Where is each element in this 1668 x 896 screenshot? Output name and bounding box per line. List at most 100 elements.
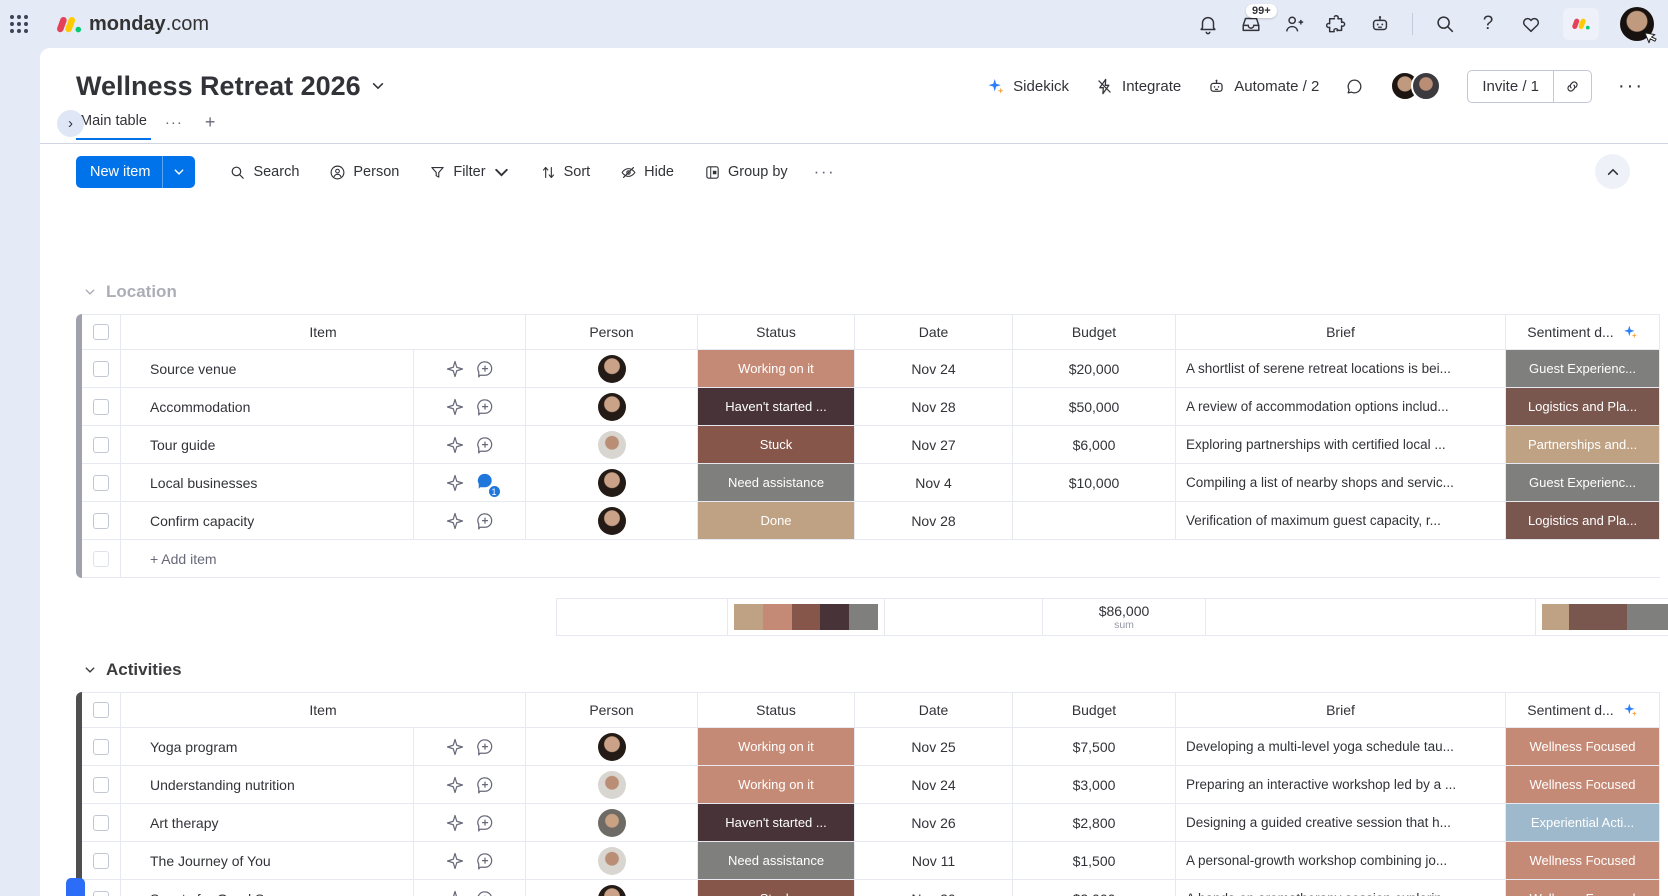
person-cell[interactable]	[526, 502, 698, 540]
row-checkbox[interactable]	[82, 350, 121, 388]
budget-cell[interactable]	[1013, 502, 1176, 540]
date-cell[interactable]: Nov 28	[855, 388, 1013, 426]
date-cell[interactable]: Nov 25	[855, 728, 1013, 766]
date-cell[interactable]: Nov 24	[855, 766, 1013, 804]
new-item-dropdown[interactable]	[162, 156, 195, 188]
ai-improve-icon[interactable]	[445, 473, 465, 493]
item-name[interactable]: Local businesses	[121, 464, 414, 502]
column-date[interactable]: Date	[855, 693, 1013, 728]
ai-improve-icon[interactable]	[445, 737, 465, 757]
user-avatar[interactable]	[1620, 7, 1654, 41]
column-sentiment[interactable]: Sentiment d...	[1506, 315, 1660, 350]
ai-improve-icon[interactable]	[445, 397, 465, 417]
ai-assistant-icon[interactable]	[1369, 13, 1391, 35]
status-cell[interactable]: Need assistance	[698, 842, 855, 880]
row-checkbox[interactable]	[82, 804, 121, 842]
budget-cell[interactable]: $1,500	[1013, 842, 1176, 880]
search-button[interactable]: Search	[219, 157, 309, 188]
brief-cell[interactable]: A review of accommodation options includ…	[1176, 388, 1506, 426]
select-all-checkbox[interactable]	[82, 315, 121, 350]
brief-cell[interactable]: A shortlist of serene retreat locations …	[1176, 350, 1506, 388]
sentiment-cell[interactable]: Wellness Focused	[1506, 728, 1660, 766]
date-cell[interactable]: Nov 28	[855, 502, 1013, 540]
person-cell[interactable]	[526, 426, 698, 464]
add-update-icon[interactable]	[475, 511, 495, 531]
brief-cell[interactable]: Developing a multi-level yoga schedule t…	[1176, 728, 1506, 766]
sort-button[interactable]: Sort	[530, 157, 601, 188]
board-options-menu[interactable]: ···	[1618, 75, 1644, 98]
column-brief[interactable]: Brief	[1176, 693, 1506, 728]
person-cell[interactable]	[526, 350, 698, 388]
budget-cell[interactable]: $3,000	[1013, 766, 1176, 804]
add-update-icon[interactable]	[475, 775, 495, 795]
copy-board-link-button[interactable]	[1553, 71, 1591, 102]
item-name[interactable]: Tour guide	[121, 426, 414, 464]
work-management-product-icon[interactable]	[1563, 8, 1599, 40]
invite-button[interactable]: Invite / 1	[1468, 71, 1553, 102]
brief-cell[interactable]: Exploring partnerships with certified lo…	[1176, 426, 1506, 464]
status-distribution-bar[interactable]	[734, 604, 878, 630]
search-icon[interactable]	[1434, 13, 1456, 35]
status-cell[interactable]: Done	[698, 502, 855, 540]
tab-options-icon[interactable]: ···	[165, 114, 183, 139]
select-all-checkbox[interactable]	[82, 693, 121, 728]
person-cell[interactable]	[526, 766, 698, 804]
ai-improve-icon[interactable]	[445, 813, 465, 833]
item-name[interactable]: Confirm capacity	[121, 502, 414, 540]
status-cell[interactable]: Haven't started ...	[698, 804, 855, 842]
item-name[interactable]: Scents for Good Sense	[121, 880, 414, 896]
brief-cell[interactable]: Preparing an interactive workshop led by…	[1176, 766, 1506, 804]
row-checkbox[interactable]	[82, 766, 121, 804]
date-cell[interactable]: Nov 4	[855, 464, 1013, 502]
person-cell[interactable]	[526, 464, 698, 502]
board-chat-button[interactable]	[1345, 77, 1364, 96]
date-cell[interactable]: Nov 20	[855, 880, 1013, 896]
row-checkbox[interactable]	[82, 728, 121, 766]
filter-button[interactable]: Filter	[419, 157, 519, 188]
board-title[interactable]: Wellness Retreat 2026	[76, 71, 385, 102]
row-checkbox[interactable]	[82, 502, 121, 540]
automate-button[interactable]: Automate / 2	[1207, 77, 1319, 96]
group-name[interactable]: Location	[106, 282, 177, 302]
sentiment-cell[interactable]: Logistics and Pla...	[1506, 388, 1660, 426]
hide-button[interactable]: Hide	[610, 157, 684, 188]
sentiment-cell[interactable]: Guest Experienc...	[1506, 464, 1660, 502]
item-name[interactable]: Accommodation	[121, 388, 414, 426]
column-date[interactable]: Date	[855, 315, 1013, 350]
brief-cell[interactable]: Verification of maximum guest capacity, …	[1176, 502, 1506, 540]
budget-cell[interactable]: $10,000	[1013, 464, 1176, 502]
person-cell[interactable]	[526, 388, 698, 426]
group-collapse-icon[interactable]	[84, 286, 96, 298]
person-cell[interactable]	[526, 804, 698, 842]
monday-logo[interactable]: monday.com	[56, 13, 209, 36]
sentiment-distribution-cell[interactable]	[1536, 598, 1668, 636]
column-item[interactable]: Item	[121, 315, 526, 350]
toolbar-more-menu[interactable]: ···	[808, 162, 841, 182]
item-name[interactable]: Understanding nutrition	[121, 766, 414, 804]
row-checkbox[interactable]	[82, 464, 121, 502]
sidekick-button[interactable]: Sidekick	[986, 77, 1069, 96]
budget-cell[interactable]: $2,000	[1013, 880, 1176, 896]
help-icon[interactable]: ?	[1477, 13, 1499, 35]
sentiment-cell[interactable]: Partnerships and...	[1506, 426, 1660, 464]
item-name[interactable]: Art therapy	[121, 804, 414, 842]
column-budget[interactable]: Budget	[1013, 315, 1176, 350]
row-checkbox[interactable]	[82, 842, 121, 880]
add-update-icon[interactable]	[475, 737, 495, 757]
status-cell[interactable]: Working on it	[698, 350, 855, 388]
item-name[interactable]: The Journey of You	[121, 842, 414, 880]
status-cell[interactable]: Haven't started ...	[698, 388, 855, 426]
column-budget[interactable]: Budget	[1013, 693, 1176, 728]
board-scroll-area[interactable]: Location Item Person Status Date Budget …	[40, 258, 1668, 896]
add-update-icon[interactable]	[475, 813, 495, 833]
status-cell[interactable]: Need assistance	[698, 464, 855, 502]
status-cell[interactable]: Working on it	[698, 728, 855, 766]
sentiment-distribution-bar[interactable]	[1542, 604, 1668, 630]
date-cell[interactable]: Nov 24	[855, 350, 1013, 388]
new-item-button[interactable]: New item	[76, 156, 195, 188]
budget-cell[interactable]: $50,000	[1013, 388, 1176, 426]
invite-members-icon[interactable]	[1283, 13, 1305, 35]
budget-cell[interactable]: $20,000	[1013, 350, 1176, 388]
add-item-label[interactable]: + Add item	[121, 540, 1660, 578]
integrate-button[interactable]: Integrate	[1095, 77, 1181, 96]
